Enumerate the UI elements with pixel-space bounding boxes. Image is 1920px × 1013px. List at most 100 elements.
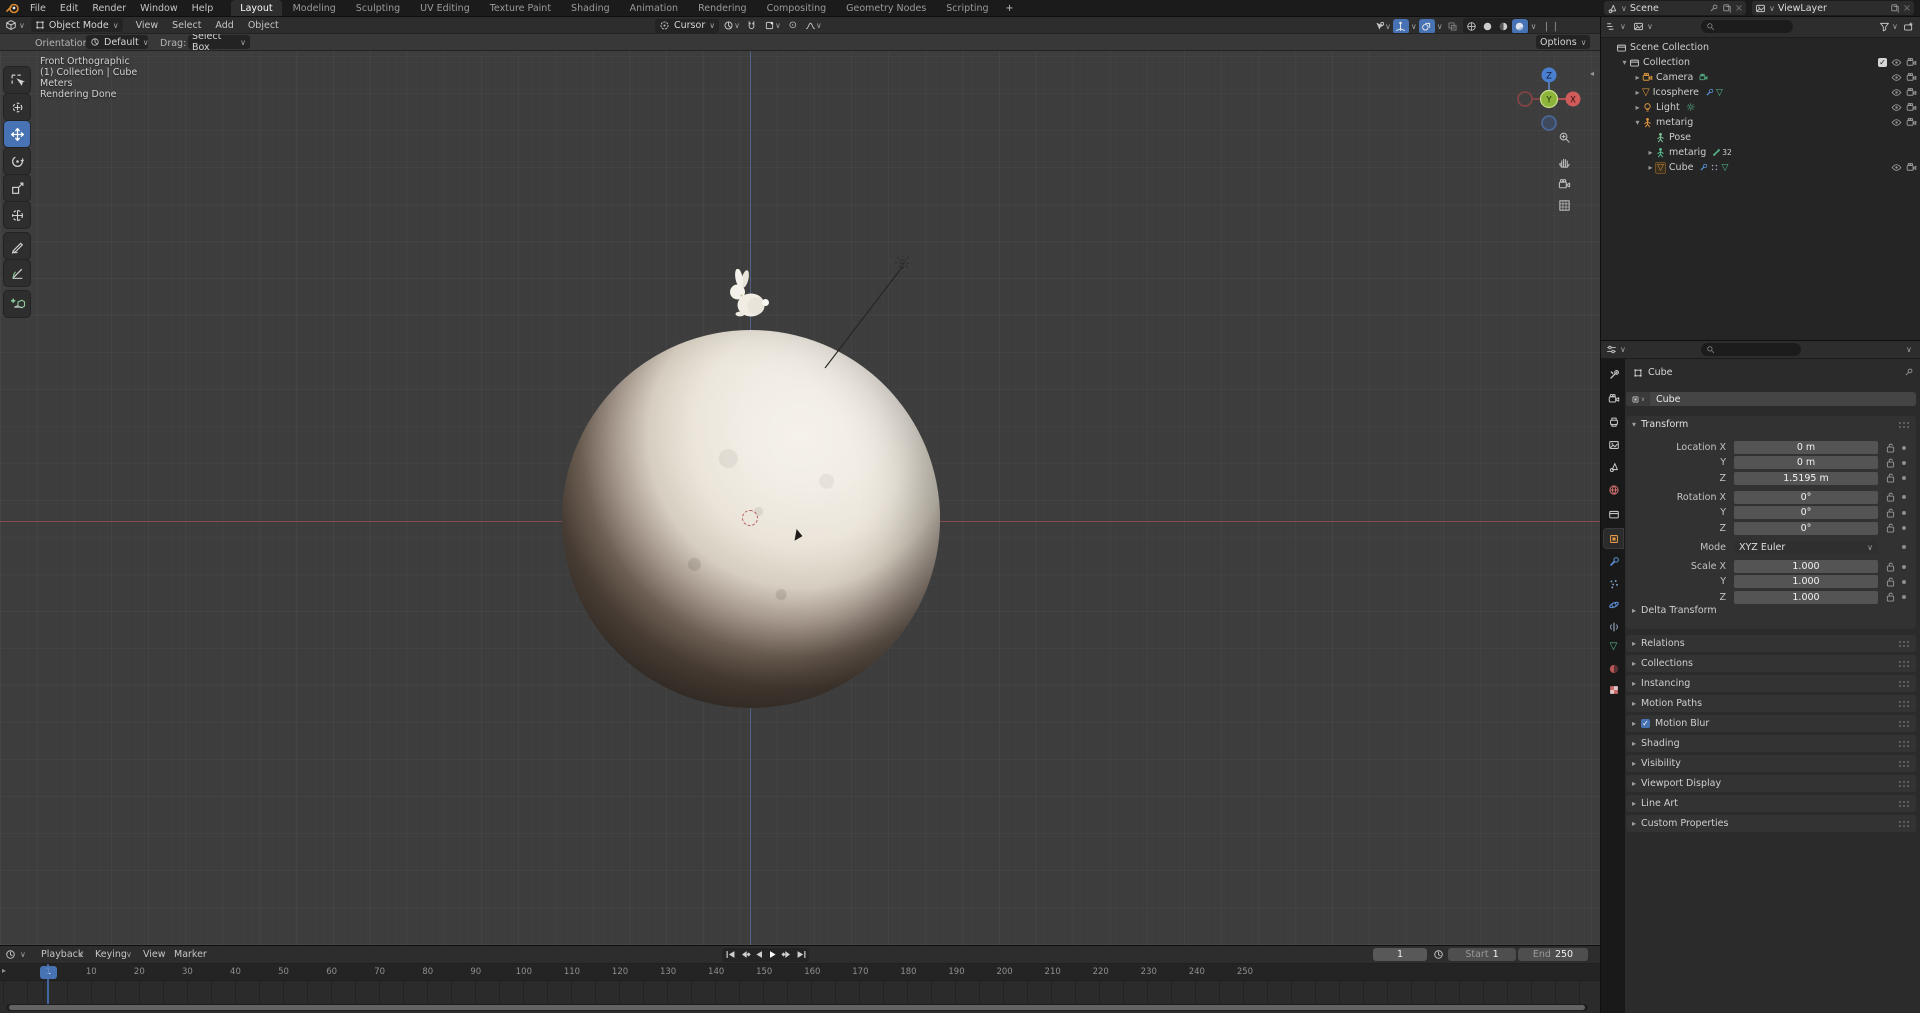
- animate-dot-icon[interactable]: [1902, 510, 1906, 515]
- blender-logo-icon[interactable]: [6, 3, 19, 14]
- properties-tab-object[interactable]: [1604, 529, 1623, 548]
- properties-tab-render[interactable]: [1604, 389, 1623, 408]
- chevron-down-icon[interactable]: ∨: [1620, 22, 1626, 31]
- tab-modeling[interactable]: Modeling: [284, 0, 345, 16]
- panel-collections[interactable]: ▸ Collections: [1626, 655, 1916, 672]
- camera-toggle-icon[interactable]: [1906, 117, 1917, 128]
- breadcrumb-object[interactable]: Cube: [1648, 367, 1673, 378]
- panel-instancing[interactable]: ▸ Instancing: [1626, 675, 1916, 692]
- shading-solid-button[interactable]: [1480, 19, 1496, 33]
- outliner-display-mode-icon[interactable]: [1606, 21, 1617, 32]
- chevron-down-icon[interactable]: ∨: [20, 950, 26, 959]
- proportional-falloff-button[interactable]: ∨: [805, 18, 822, 33]
- eye-toggle-icon[interactable]: [1891, 87, 1902, 98]
- chevron-down-icon[interactable]: ∨: [1647, 22, 1653, 31]
- panel-motion-paths[interactable]: ▸ Motion Paths: [1626, 695, 1916, 712]
- value-field[interactable]: 0°: [1734, 490, 1878, 504]
- viewport-menu-add[interactable]: Add: [208, 17, 240, 33]
- expander-icon[interactable]: ▸: [1633, 88, 1642, 97]
- tab-geometry-nodes[interactable]: Geometry Nodes: [837, 0, 935, 16]
- orientation-dropdown[interactable]: Default ∨: [86, 35, 149, 49]
- editor-type-3d-viewport-icon[interactable]: [5, 19, 17, 31]
- gizmo-dropdown[interactable]: ∨: [1411, 22, 1417, 31]
- pivot-dropdown[interactable]: Cursor ∨: [655, 18, 720, 33]
- tool-select-box[interactable]: [4, 67, 30, 93]
- play-button[interactable]: [766, 949, 779, 961]
- properties-tab-physics[interactable]: [1604, 595, 1623, 614]
- show-gizmo-button[interactable]: [1392, 19, 1409, 33]
- tab-rendering[interactable]: Rendering: [689, 0, 756, 16]
- menu-help[interactable]: Help: [185, 0, 221, 16]
- panel-drag-handle[interactable]: [1898, 820, 1910, 827]
- camera-toggle-icon[interactable]: [1906, 162, 1917, 173]
- scene-selector[interactable]: ∨ Scene ×: [1604, 1, 1746, 15]
- playhead-line[interactable]: [47, 964, 49, 1004]
- properties-editor-icon[interactable]: [1606, 344, 1617, 355]
- eye-toggle-icon[interactable]: [1891, 72, 1902, 83]
- snap-settings-button[interactable]: ∨: [764, 18, 781, 33]
- light-object[interactable]: [770, 256, 910, 426]
- eye-toggle-icon[interactable]: [1891, 117, 1902, 128]
- timeline-menu-marker[interactable]: Marker: [167, 946, 214, 963]
- transform-panel-header[interactable]: ▾ Transform: [1626, 416, 1916, 433]
- chevron-down-icon[interactable]: ∨: [1892, 22, 1898, 31]
- lock-icon[interactable]: [1886, 577, 1895, 587]
- outliner-row-light[interactable]: ▸ Light ☼: [1601, 100, 1920, 115]
- tab-compositing[interactable]: Compositing: [758, 0, 836, 16]
- tool-annotate[interactable]: [4, 233, 30, 259]
- play-reverse-button[interactable]: [752, 949, 765, 961]
- drag-dropdown[interactable]: Select Box ∨: [188, 34, 250, 50]
- panel-visibility[interactable]: ▸ Visibility: [1626, 755, 1916, 772]
- value-field[interactable]: 1.000: [1734, 590, 1878, 604]
- outliner-row-collection[interactable]: ▾ Collection ✓: [1601, 55, 1920, 70]
- add-workspace-button[interactable]: +: [999, 0, 1021, 16]
- navigation-gizmo[interactable]: Z X Y: [1516, 54, 1582, 132]
- outliner-filter-mode-icon[interactable]: [1633, 21, 1644, 32]
- object-type-visibility-button[interactable]: ∨: [1374, 19, 1391, 33]
- transform-orientation-button[interactable]: ∨: [723, 18, 740, 33]
- sidebar-toggle-arrow[interactable]: ◂: [1590, 69, 1594, 78]
- animate-dot-icon[interactable]: [1902, 460, 1906, 465]
- show-overlays-button[interactable]: [1418, 19, 1435, 33]
- value-field[interactable]: 0°: [1734, 521, 1878, 535]
- expander-icon[interactable]: ▾: [1620, 58, 1629, 67]
- proportional-edit-button[interactable]: ⊙: [785, 18, 801, 33]
- outliner-row-camera[interactable]: ▸ Camera: [1601, 70, 1920, 85]
- duplicate-icon[interactable]: [1722, 3, 1732, 13]
- tab-layout[interactable]: Layout: [231, 0, 282, 16]
- panel-relations[interactable]: ▸ Relations: [1626, 635, 1916, 652]
- properties-tab-output[interactable]: [1604, 412, 1623, 431]
- expander-icon[interactable]: ▸: [1646, 148, 1655, 157]
- panel-motion-blur[interactable]: ▸ ✓ Motion Blur: [1626, 715, 1916, 732]
- panel-drag-handle[interactable]: [1898, 680, 1910, 687]
- new-collection-icon[interactable]: [1903, 21, 1914, 32]
- camera-toggle-icon[interactable]: [1906, 102, 1917, 113]
- animate-dot-icon[interactable]: [1902, 526, 1906, 530]
- xray-toggle-button[interactable]: [1445, 19, 1461, 33]
- properties-options-chevron[interactable]: ∨: [1906, 345, 1912, 354]
- properties-tab-world[interactable]: [1604, 480, 1623, 499]
- value-field[interactable]: 1.000: [1734, 560, 1878, 574]
- expander-icon[interactable]: ▸: [1633, 73, 1642, 82]
- panel-drag-handle[interactable]: [1898, 740, 1910, 747]
- zoom-view-icon[interactable]: [1558, 131, 1571, 144]
- panel-drag-handle[interactable]: [1898, 720, 1910, 727]
- filter-funnel-icon[interactable]: [1879, 21, 1890, 32]
- duplicate-icon[interactable]: [1890, 3, 1900, 13]
- lock-icon[interactable]: [1886, 562, 1895, 572]
- animate-dot-icon[interactable]: [1902, 545, 1906, 550]
- expand-region-arrow[interactable]: ▸: [2, 966, 6, 975]
- checkbox-icon[interactable]: ✓: [1878, 58, 1887, 67]
- panel-drag-handle[interactable]: [1898, 780, 1910, 787]
- value-field[interactable]: 0 m: [1734, 456, 1878, 470]
- timeline-tracks[interactable]: [0, 981, 1600, 1004]
- animate-dot-icon[interactable]: [1902, 595, 1906, 600]
- close-icon[interactable]: ×: [1735, 3, 1743, 14]
- properties-tab-material[interactable]: [1604, 659, 1623, 678]
- shading-dropdown[interactable]: ∨: [1531, 22, 1537, 31]
- animate-dot-icon[interactable]: [1902, 579, 1906, 584]
- panel-drag-handle[interactable]: [1898, 640, 1910, 647]
- chevron-down-icon[interactable]: ∨: [1620, 345, 1626, 354]
- tab-shading[interactable]: Shading: [562, 0, 619, 16]
- outliner-row-icosphere[interactable]: ▸ ▽ Icosphere ▽: [1601, 85, 1920, 100]
